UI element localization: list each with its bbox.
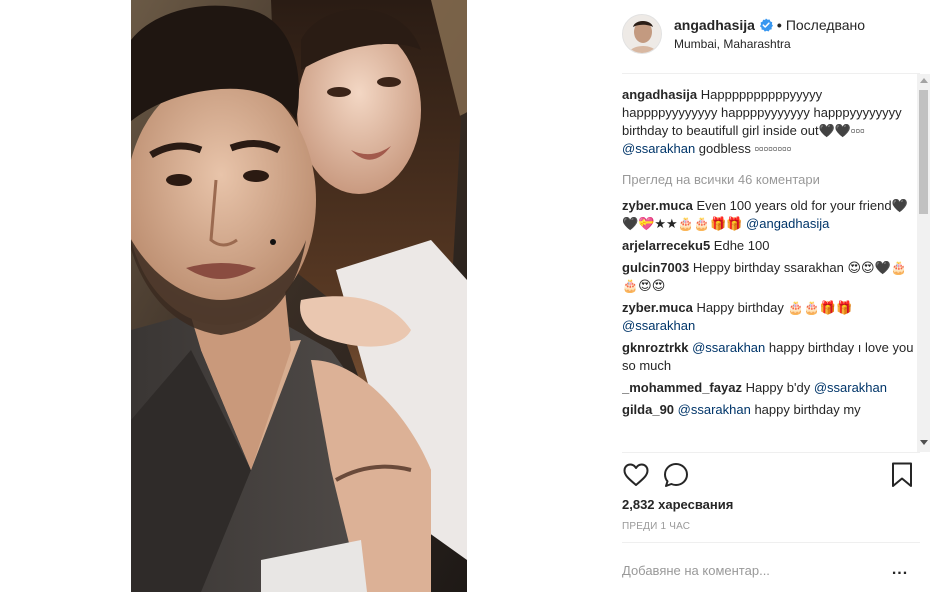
- caption-mention-link[interactable]: @ssarakhan: [622, 141, 695, 156]
- more-options-icon: ...: [891, 561, 909, 578]
- comment-author-link[interactable]: zyber.muca: [622, 198, 693, 213]
- like-button[interactable]: [622, 460, 650, 490]
- save-button[interactable]: [888, 460, 916, 490]
- header-text: angadhasija • Последвано Mumbai, Maharas…: [674, 15, 865, 53]
- caption-author-link[interactable]: angadhasija: [622, 87, 697, 102]
- more-options-button[interactable]: ...: [890, 560, 910, 580]
- comment-author-link[interactable]: gilda_90: [622, 402, 674, 417]
- comment-author-link[interactable]: zyber.muca: [622, 300, 693, 315]
- comments-scrollbar[interactable]: [917, 74, 930, 452]
- divider: [622, 452, 920, 453]
- username-link[interactable]: angadhasija: [674, 15, 755, 35]
- comment-button[interactable]: [662, 460, 690, 490]
- avatar-image: [623, 15, 661, 53]
- scroll-down-arrow-icon[interactable]: [920, 440, 928, 445]
- comment-item: gilda_90 @ssarakhan happy birthday my: [622, 401, 914, 419]
- post-details-panel: angadhasija • Последвано Mumbai, Maharas…: [610, 0, 930, 592]
- selfie-image: [131, 0, 467, 592]
- heart-outline-icon: [623, 463, 649, 486]
- location-link[interactable]: Mumbai, Maharashtra: [674, 36, 865, 53]
- comment-author-link[interactable]: gulcin7003: [622, 260, 689, 275]
- post-timestamp[interactable]: ПРЕДИ 1 ЧАС: [622, 521, 690, 533]
- comment-item: _mohammed_fayaz Happy b'dy @ssarakhan: [622, 379, 914, 397]
- comment-item: arjelarreceku5 Edhe 100: [622, 237, 914, 255]
- comment-text-after: happy birthday my: [750, 402, 861, 417]
- action-bar: [622, 460, 912, 492]
- caption: angadhasija Happppppppppyyyyy happppyyyy…: [622, 86, 914, 158]
- header-line: angadhasija • Последвано: [674, 15, 865, 35]
- divider: [622, 73, 920, 74]
- comment-mention-link[interactable]: @ssarakhan: [692, 340, 765, 355]
- verified-badge-icon: [759, 18, 773, 32]
- post-photo[interactable]: [131, 0, 467, 592]
- add-comment-input[interactable]: [622, 556, 882, 584]
- scrollbar-thumb[interactable]: [919, 90, 928, 214]
- view-all-comments-button[interactable]: Преглед на всички 46 коментари: [622, 171, 914, 189]
- post-header: angadhasija • Последвано Mumbai, Maharas…: [622, 12, 922, 56]
- scroll-up-arrow-icon[interactable]: [920, 78, 928, 83]
- comment-author-link[interactable]: gknroztrkk: [622, 340, 688, 355]
- comment-mention-link[interactable]: @ssarakhan: [814, 380, 887, 395]
- comment-text: Happy birthday 🎂🎂🎁🎁: [692, 300, 853, 315]
- divider: [622, 542, 920, 543]
- speech-bubble-icon: [664, 463, 688, 487]
- comment-item: zyber.muca Happy birthday 🎂🎂🎁🎁 @ssarakha…: [622, 299, 914, 335]
- comment-item: zyber.muca Even 100 years old for your f…: [622, 197, 914, 233]
- comment-mention-link[interactable]: @ssarakhan: [678, 402, 751, 417]
- comment-mention-link[interactable]: @angadhasija: [746, 216, 829, 231]
- comment-item: gulcin7003 Heppy birthday ssarakhan 😍😍🖤🎂…: [622, 259, 914, 295]
- comment-item: gknroztrkk @ssarakhan happy birthday ı l…: [622, 339, 914, 375]
- caption-text-after: godbless ▫▫▫▫▫▫▫▫: [695, 141, 792, 156]
- bookmark-icon: [892, 462, 912, 487]
- separator-dot: •: [776, 17, 782, 33]
- comment-mention-link[interactable]: @ssarakhan: [622, 318, 695, 333]
- follow-status-button[interactable]: Последвано: [786, 15, 865, 35]
- comment-text: Happy b'dy: [741, 380, 814, 395]
- likes-count-button[interactable]: 2,832 харесвания: [622, 496, 733, 514]
- comments-list[interactable]: angadhasija Happppppppppyyyyy happppyyyy…: [622, 86, 914, 452]
- comment-author-link[interactable]: _mohammed_fayaz: [622, 380, 742, 395]
- comment-author-link[interactable]: arjelarreceku5: [622, 238, 710, 253]
- comment-text: Edhe 100: [710, 238, 770, 253]
- avatar[interactable]: [622, 14, 662, 54]
